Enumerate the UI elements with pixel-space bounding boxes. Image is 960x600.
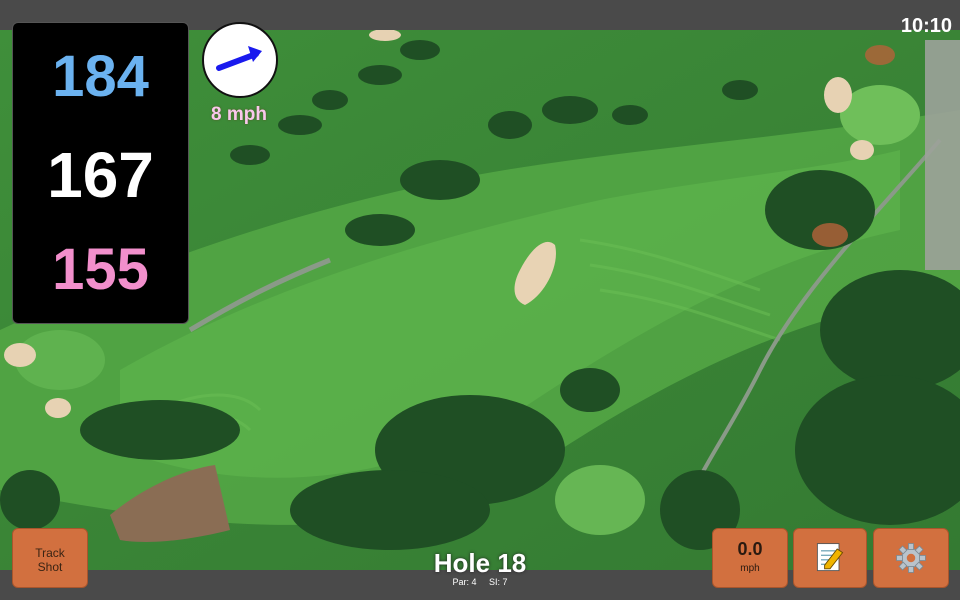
settings-button[interactable] — [873, 528, 949, 588]
clock: 10:10 — [900, 15, 952, 37]
wind-arrow-icon — [216, 46, 262, 71]
track-shot-label-2: Shot — [37, 560, 63, 574]
distance-front: 155 — [52, 237, 149, 302]
distance-panel: 184 167 155 — [12, 22, 189, 324]
distance-back: 184 — [52, 44, 149, 109]
speed-unit: mph — [740, 563, 760, 574]
notes-button[interactable] — [793, 528, 867, 588]
wind-indicator — [202, 22, 278, 98]
speed-value: 0.0 — [737, 539, 763, 559]
wind-speed: 8 mph — [211, 104, 267, 125]
gear-icon — [896, 543, 926, 573]
hole-par: Par: 4 — [452, 577, 477, 587]
notepad-icon — [816, 543, 844, 572]
hole-meta: Par: 4 SI: 7 — [380, 577, 580, 587]
hole-title: Hole 18 — [433, 548, 527, 578]
track-shot-label-1: Track — [35, 546, 65, 560]
speed-button[interactable]: 0.0 mph — [712, 528, 788, 588]
distance-middle: 167 — [47, 139, 154, 211]
track-shot-button[interactable]: Track Shot — [12, 528, 88, 588]
hole-stroke-index: SI: 7 — [489, 577, 508, 587]
